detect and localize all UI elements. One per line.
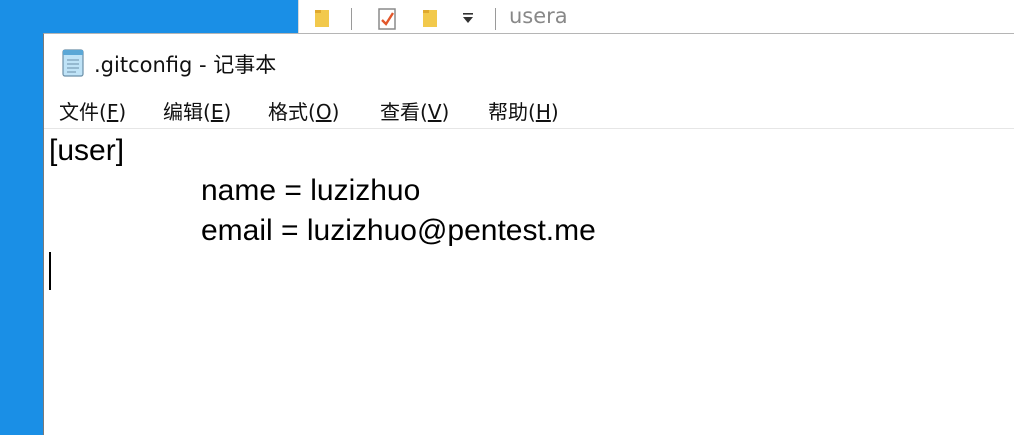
text-editor-area[interactable]: [user] name = luzizhuo email = luzizhuo@… bbox=[44, 130, 1014, 435]
toolbar-separator bbox=[351, 8, 352, 30]
notepad-window: .gitconfig - 记事本 文件(F) 编辑(E) 格式(O) 查看(V)… bbox=[43, 33, 1014, 435]
text-line-name[interactable]: name = luzizhuo bbox=[201, 174, 420, 208]
menu-format[interactable]: 格式(O) bbox=[268, 96, 339, 125]
text-line-email[interactable]: email = luzizhuo@pentest.me bbox=[201, 214, 596, 248]
title-bar[interactable]: .gitconfig - 记事本 bbox=[44, 34, 1014, 90]
menu-file[interactable]: 文件(F) bbox=[59, 96, 126, 125]
menu-bar: 文件(F) 编辑(E) 格式(O) 查看(V) 帮助(H) bbox=[44, 90, 1014, 129]
window-title: .gitconfig - 记事本 bbox=[94, 53, 277, 77]
menu-view[interactable]: 查看(V) bbox=[380, 96, 449, 125]
background-explorer-window: usera bbox=[298, 0, 1014, 34]
address-path-text[interactable]: usera bbox=[509, 4, 568, 28]
toolbar-separator bbox=[495, 8, 496, 30]
properties-check-icon[interactable] bbox=[377, 7, 397, 31]
notepad-app-icon bbox=[62, 49, 84, 77]
text-caret bbox=[49, 252, 51, 290]
dropdown-arrow-icon[interactable] bbox=[461, 11, 475, 25]
text-line-section[interactable]: [user] bbox=[49, 134, 124, 168]
folder-icon[interactable] bbox=[313, 7, 331, 29]
menu-edit[interactable]: 编辑(E) bbox=[163, 96, 231, 125]
new-folder-icon[interactable] bbox=[421, 7, 439, 29]
menu-help[interactable]: 帮助(H) bbox=[488, 96, 559, 125]
